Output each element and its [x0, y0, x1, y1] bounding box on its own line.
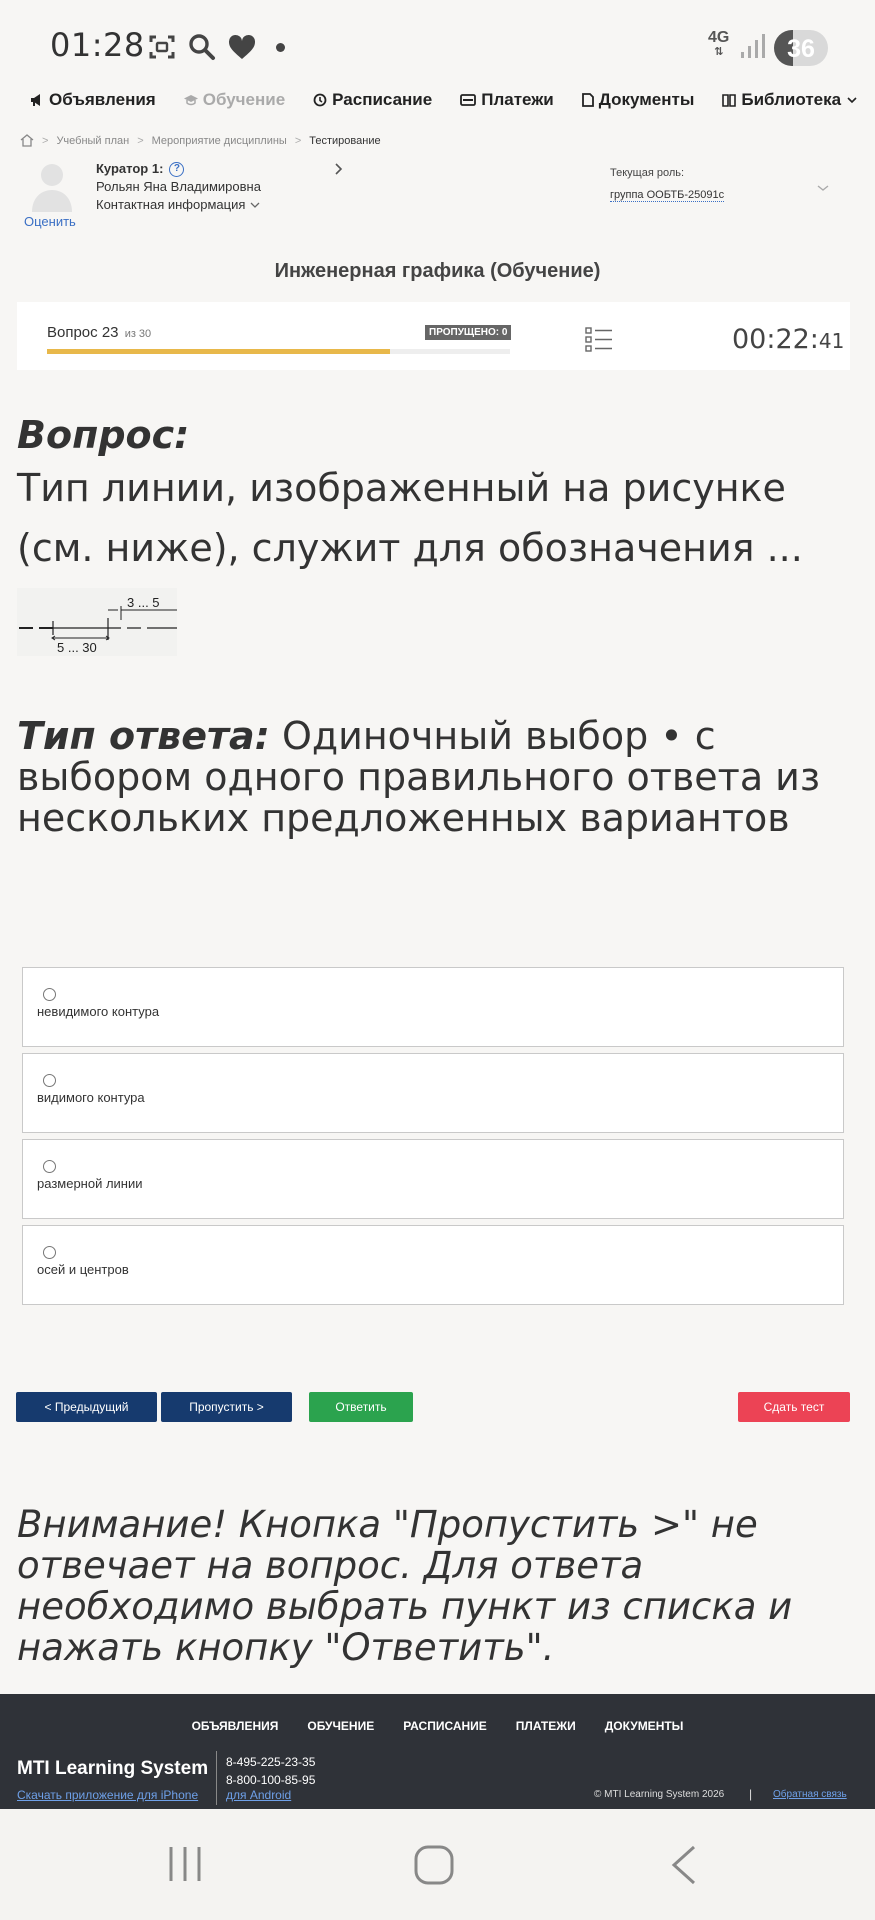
footer-link-announcements[interactable]: ОБЪЯВЛЕНИЯ	[192, 1719, 279, 1733]
footer-brand: MTI Learning System	[17, 1758, 209, 1779]
progress-bar-fill	[47, 349, 390, 354]
footer-link-payments[interactable]: ПЛАТЕЖИ	[516, 1719, 576, 1733]
role-selector[interactable]: Текущая роль: группа ООБТБ-25091с	[610, 162, 725, 206]
breadcrumb-study-plan[interactable]: Учебный план	[56, 135, 129, 147]
curator-info: Куратор 1: ? Рольян Яна Владимировна Кон…	[96, 160, 261, 214]
recent-apps-icon[interactable]	[167, 1845, 203, 1888]
curator-contact-toggle[interactable]: Контактная информация	[96, 196, 261, 214]
figure-label-bottom: 5 ... 30	[57, 640, 97, 655]
footer-nav: ОБЪЯВЛЕНИЯ ОБУЧЕНИЕ РАСПИСАНИЕ ПЛАТЕЖИ Д…	[0, 1719, 875, 1733]
figure-label-top: 3 ... 5	[127, 595, 160, 610]
answer-option-label: размерной линии	[37, 1176, 143, 1191]
skip-button[interactable]: Пропустить >	[161, 1392, 292, 1422]
radio-button[interactable]	[43, 1246, 56, 1259]
screenshot-icon	[146, 31, 178, 63]
radio-button[interactable]	[43, 988, 56, 1001]
answer-option-label: осей и центров	[37, 1262, 129, 1277]
footer-divider	[216, 1751, 217, 1805]
progress-card: Вопрос 23 из 30 ПРОПУЩЕНО: 0 00:22:41	[17, 302, 850, 370]
signal-icon	[740, 32, 766, 65]
warning-text: Внимание! Кнопка "Пропустить >" не отвеч…	[17, 1503, 793, 1669]
page-title: Инженерная графика (Обучение)	[274, 260, 601, 282]
status-bar: 01:28 4G ⇅ 36	[0, 0, 875, 95]
feedback-link[interactable]: Обратная связь	[773, 1789, 847, 1800]
megaphone-icon	[31, 94, 40, 106]
heart-icon	[226, 31, 258, 63]
breadcrumb-separator: >	[294, 134, 302, 147]
breadcrumb: > Учебный план > Мероприятие дисциплины …	[20, 134, 381, 147]
footer-link-learning[interactable]: ОБУЧЕНИЕ	[307, 1719, 374, 1733]
chevron-right-icon[interactable]	[334, 160, 344, 181]
rate-link[interactable]: Оценить	[24, 214, 76, 229]
footer: ОБЪЯВЛЕНИЯ ОБУЧЕНИЕ РАСПИСАНИЕ ПЛАТЕЖИ Д…	[0, 1694, 875, 1809]
footer-phones: 8-495-225-23-35 8-800-100-85-95	[226, 1753, 315, 1789]
network-indicator: 4G ⇅	[708, 29, 730, 59]
question-counter: Вопрос 23 из 30	[47, 324, 152, 341]
answer-option[interactable]: видимого контура	[22, 1053, 844, 1133]
clock: 01:28	[50, 26, 145, 64]
main-nav: Объявления Обучение Расписание Платежи Д…	[30, 87, 858, 113]
timer: 00:22:41	[732, 324, 845, 355]
submit-test-button[interactable]: Сдать тест	[738, 1392, 850, 1422]
skipped-badge: ПРОПУЩЕНО: 0	[425, 325, 512, 340]
card-icon	[460, 94, 477, 106]
answer-option[interactable]: невидимого контура	[22, 967, 844, 1047]
role-label: Текущая роль:	[610, 167, 685, 179]
nav-item-payments[interactable]: Платежи	[460, 90, 554, 110]
avatar	[30, 160, 74, 212]
back-icon[interactable]	[670, 1845, 698, 1890]
curator-name: Рольян Яна Владимировна	[96, 179, 261, 194]
breadcrumb-separator: >	[137, 134, 144, 147]
chevron-down-icon	[847, 97, 857, 104]
curator-title: Куратор 1:	[96, 161, 164, 176]
book-icon	[722, 94, 737, 107]
nav-item-documents[interactable]: Документы	[581, 90, 694, 110]
iphone-app-link[interactable]: Скачать приложение для iPhone	[17, 1788, 198, 1802]
previous-button[interactable]: < Предыдущий	[16, 1392, 157, 1422]
answer-option-label: невидимого контура	[37, 1004, 160, 1019]
breadcrumb-discipline-event[interactable]: Мероприятие дисциплины	[152, 135, 287, 147]
footer-separator: |	[749, 1787, 753, 1801]
breadcrumb-testing: Тестирование	[309, 134, 381, 147]
answer-option-label: видимого контура	[37, 1090, 145, 1105]
radio-button[interactable]	[43, 1074, 56, 1087]
nav-item-library[interactable]: Библиотека	[722, 90, 858, 110]
android-app-link[interactable]: для Android	[226, 1788, 291, 1802]
phone-2[interactable]: 8-800-100-85-95	[226, 1771, 315, 1789]
nav-item-announcements[interactable]: Объявления	[30, 90, 156, 110]
question-list-icon[interactable]	[585, 326, 613, 357]
answer-option[interactable]: осей и центров	[22, 1225, 844, 1305]
copyright: © MTI Learning System 2026	[594, 1789, 725, 1800]
graduation-cap-icon	[183, 95, 198, 106]
role-value[interactable]: группа ООБТБ-25091с	[610, 189, 725, 202]
battery-indicator: 36	[774, 30, 828, 66]
answer-option[interactable]: размерной линии	[22, 1139, 844, 1219]
help-icon[interactable]: ?	[169, 161, 185, 177]
clock-icon	[313, 93, 327, 107]
footer-link-documents[interactable]: ДОКУМЕНТЫ	[605, 1719, 684, 1733]
answer-button[interactable]: Ответить	[309, 1392, 413, 1422]
question-figure: 3 ... 5 5 ... 30	[17, 588, 177, 656]
system-nav-bar	[0, 1809, 875, 1920]
home-icon[interactable]	[20, 134, 34, 147]
progress-bar	[47, 349, 510, 354]
chevron-down-icon	[250, 202, 260, 208]
nav-item-learning[interactable]: Обучение	[183, 90, 285, 110]
document-icon	[581, 93, 594, 107]
question-heading: Вопрос:	[17, 413, 190, 457]
question-text: Тип линии, изображенный на рисунке (см. …	[17, 466, 803, 570]
radio-button[interactable]	[43, 1160, 56, 1173]
breadcrumb-separator: >	[42, 134, 49, 147]
answer-type: Тип ответа: Одиночный выбор • с выбором …	[17, 716, 862, 839]
home-button-icon[interactable]	[414, 1845, 454, 1890]
answer-type-label: Тип ответа:	[17, 714, 270, 758]
phone-1[interactable]: 8-495-225-23-35	[226, 1753, 315, 1771]
notification-dot-icon	[276, 42, 285, 52]
chevron-down-icon[interactable]	[816, 180, 830, 198]
search-icon	[186, 31, 218, 63]
footer-link-schedule[interactable]: РАСПИСАНИЕ	[403, 1719, 487, 1733]
nav-item-schedule[interactable]: Расписание	[313, 90, 432, 110]
